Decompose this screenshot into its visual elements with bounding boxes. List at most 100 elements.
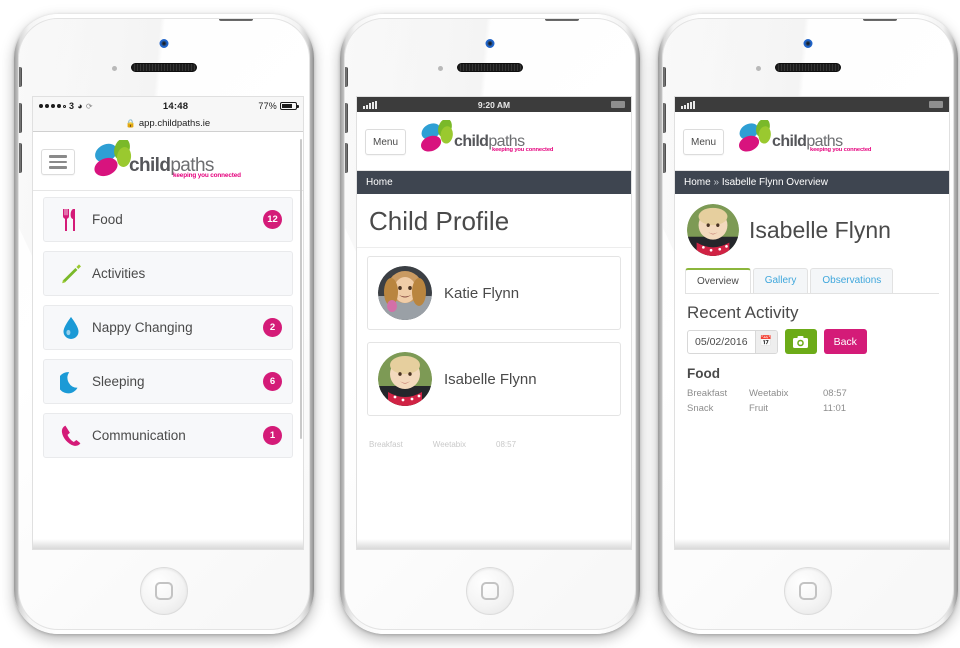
logo-tagline: keeping you connected (492, 147, 554, 153)
menu-item-label: Communication (92, 428, 186, 443)
logo-tagline: keeping you connected (173, 172, 241, 179)
power-button[interactable] (545, 19, 579, 21)
app-header-1: childpaths keeping you connected (33, 132, 303, 191)
menu-button[interactable]: Menu (683, 129, 725, 155)
food-log-table: Breakfast Weetabix 08:57 Snack Fruit 11:… (675, 386, 949, 416)
home-button[interactable] (140, 567, 188, 615)
volume-down-button[interactable] (345, 143, 348, 173)
back-button[interactable]: Back (823, 329, 867, 354)
breadcrumb-separator: » (713, 177, 720, 188)
volume-up-button[interactable] (345, 103, 348, 133)
phone-1-screen: 3 ◕ ⟳ 14:48 77% 🔒 app.childpaths.ie chil… (33, 97, 303, 549)
proximity-sensor-icon (438, 66, 443, 71)
child-name: Isabelle Flynn (444, 370, 537, 388)
volume-up-button[interactable] (663, 103, 666, 133)
status-badge: 1 (263, 426, 282, 445)
menu-item-label: Nappy Changing (92, 320, 193, 335)
sync-icon: ⟳ (85, 101, 93, 111)
power-button[interactable] (219, 19, 253, 21)
lock-icon: 🔒 (125, 118, 136, 128)
tab-observations[interactable]: Observations (810, 268, 894, 293)
clipped-col-3: 08:57 (496, 440, 517, 449)
home-button[interactable] (466, 567, 514, 615)
page-body-3: Isabelle Flynn Overview Gallery Observat… (675, 194, 949, 549)
status-clock: 14:48 (162, 100, 189, 112)
breadcrumb[interactable]: Home (357, 171, 631, 194)
calendar-icon[interactable]: 📅 (754, 330, 777, 353)
status-right: 77% (258, 101, 299, 111)
childpaths-logo: childpaths keeping you connected (412, 120, 623, 164)
volume-up-button[interactable] (19, 103, 22, 133)
child-name: Katie Flynn (444, 284, 520, 302)
earpiece-speaker (457, 63, 523, 72)
table-row: Breakfast Weetabix 08:57 (687, 386, 937, 401)
menu-button[interactable]: Menu (365, 129, 407, 155)
clipped-col-1: Breakfast (369, 440, 403, 449)
proximity-sensor-icon (756, 66, 761, 71)
list-item[interactable]: Katie Flynn (367, 256, 621, 330)
table-row: Snack Fruit 11:01 (687, 401, 937, 416)
mute-switch[interactable] (663, 67, 666, 87)
ios-status-bar: 3 ◕ ⟳ 14:48 77% (33, 97, 303, 115)
screen-bottom-fade (675, 539, 949, 549)
clipped-col-2: Weetabix (432, 440, 466, 449)
food-item: Fruit (749, 403, 768, 414)
mute-switch[interactable] (345, 67, 348, 87)
scrollbar[interactable] (300, 139, 302, 439)
pencil-icon (54, 262, 88, 286)
front-camera-icon (803, 39, 813, 48)
status-left: 3 ◕ ⟳ (39, 101, 93, 111)
food-item: Weetabix (749, 388, 789, 399)
list-item[interactable]: Isabelle Flynn (367, 342, 621, 416)
carrier-label: 3 (69, 101, 75, 111)
camera-button[interactable] (784, 329, 817, 354)
wifi-icon: ◕ (77, 101, 83, 111)
phone-mockup-2: 9:20 AM Menu childpaths keeping you conn… (340, 14, 640, 634)
menu-item-nappy-changing[interactable]: Nappy Changing 2 (43, 305, 293, 350)
logo-word-child: child (129, 155, 171, 176)
breadcrumb-home[interactable]: Home (366, 177, 393, 188)
tab-overview[interactable]: Overview (685, 268, 751, 293)
screen-bottom-fade (33, 539, 303, 549)
page-body-2: Child Profile Katie Flynn Isabelle Flynn… (357, 194, 631, 549)
earpiece-speaker (775, 63, 841, 72)
phone-2-body: 9:20 AM Menu childpaths keeping you conn… (344, 18, 636, 630)
child-list: Katie Flynn Isabelle Flynn (357, 248, 631, 436)
date-input[interactable]: 05/02/2016 📅 (687, 329, 778, 354)
avatar (687, 204, 739, 256)
meal-label: Breakfast (687, 388, 728, 399)
droplet-icon (54, 316, 88, 340)
hamburger-icon[interactable] (41, 149, 75, 175)
menu-item-activities[interactable]: Activities (43, 251, 293, 296)
home-button[interactable] (784, 567, 832, 615)
food-section-title: Food (687, 366, 720, 381)
signal-dots-icon (39, 104, 66, 108)
phone-2-screen: 9:20 AM Menu childpaths keeping you conn… (357, 97, 631, 549)
status-badge: 6 (263, 372, 282, 391)
activity-controls: 05/02/2016 📅 Back (675, 329, 949, 362)
tab-gallery[interactable]: Gallery (752, 268, 809, 293)
logo-tagline: keeping you connected (810, 147, 872, 153)
screenshot-stage: 3 ◕ ⟳ 14:48 77% 🔒 app.childpaths.ie chil… (0, 0, 960, 648)
phone-icon (54, 424, 88, 447)
breadcrumb-home[interactable]: Home (684, 177, 711, 188)
mobile-status-bar: 9:20 AM (357, 97, 631, 112)
volume-down-button[interactable] (19, 143, 22, 173)
mute-switch[interactable] (19, 67, 22, 87)
volume-down-button[interactable] (663, 143, 666, 173)
camera-icon (793, 335, 809, 348)
menu-item-communication[interactable]: Communication 1 (43, 413, 293, 458)
battery-percent-label: 77% (258, 101, 277, 111)
phone-3-body: Menu childpaths keeping you connected Ho… (662, 18, 954, 630)
childpaths-logo: childpaths keeping you connected (730, 120, 941, 164)
browser-url-bar[interactable]: 🔒 app.childpaths.ie (33, 115, 303, 132)
phone-mockup-1: 3 ◕ ⟳ 14:48 77% 🔒 app.childpaths.ie chil… (14, 14, 314, 634)
menu-item-sleeping[interactable]: Sleeping 6 (43, 359, 293, 404)
menu-item-food[interactable]: Food 12 (43, 197, 293, 242)
breadcrumb-current: Isabelle Flynn Overview (721, 177, 828, 188)
power-button[interactable] (863, 19, 897, 21)
proximity-sensor-icon (112, 66, 117, 71)
phone-1-body: 3 ◕ ⟳ 14:48 77% 🔒 app.childpaths.ie chil… (18, 18, 310, 630)
logo-petals-icon (738, 120, 771, 152)
earpiece-speaker (131, 63, 197, 72)
